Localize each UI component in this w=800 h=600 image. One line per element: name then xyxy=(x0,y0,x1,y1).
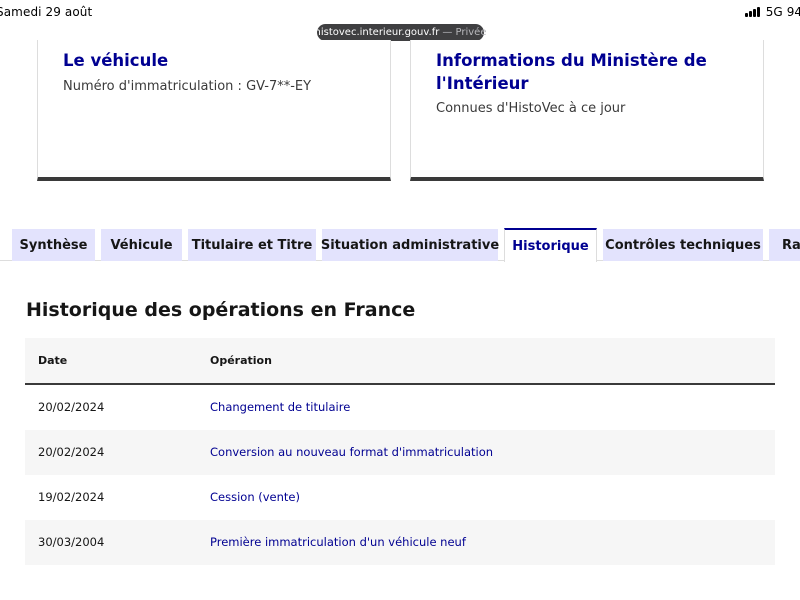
battery-label: 94 xyxy=(786,5,800,19)
table-body: 20/02/2024 Changement de titulaire 20/02… xyxy=(25,385,775,565)
tab-rapport-partial[interactable]: Rap xyxy=(769,229,800,261)
row-date: 20/02/2024 xyxy=(38,400,105,414)
table-row: 19/02/2024 Cession (vente) xyxy=(25,475,775,520)
ministry-card: Informations du Ministère de l'Intérieur… xyxy=(410,40,764,181)
ministry-card-text: Connues d'HistoVec à ce jour xyxy=(436,101,626,116)
url-text: histovec.interieur.gouv.fr xyxy=(314,27,440,38)
ministry-card-title: Informations du Ministère de l'Intérieur xyxy=(436,51,707,93)
status-indicators: 5G 94 xyxy=(744,5,800,19)
private-mode-label: — Privée xyxy=(442,27,487,38)
row-operation: Première immatriculation d'un véhicule n… xyxy=(210,535,466,549)
tab-vehicule[interactable]: Véhicule xyxy=(101,229,182,261)
column-header-date: Date xyxy=(38,354,68,367)
history-table: Date Opération 20/02/2024 Changement de … xyxy=(25,338,775,565)
network-label: 5G xyxy=(765,5,783,19)
registration-number: Numéro d'immatriculation : GV-7**-EY xyxy=(63,79,312,94)
table-header: Date Opération xyxy=(25,338,775,385)
table-row: 20/02/2024 Changement de titulaire xyxy=(25,385,775,430)
vehicle-card-title: Le véhicule xyxy=(63,51,169,70)
table-row: 30/03/2004 Première immatriculation d'un… xyxy=(25,520,775,565)
vehicle-card: Le véhicule Numéro d'immatriculation : G… xyxy=(37,40,391,181)
row-operation: Cession (vente) xyxy=(210,490,300,504)
section-title: Historique des opérations en France xyxy=(26,299,416,321)
column-header-operation: Opération xyxy=(210,354,272,367)
row-operation: Conversion au nouveau format d'immatricu… xyxy=(210,445,494,459)
tab-situation-administrative[interactable]: Situation administrative xyxy=(321,229,499,261)
row-operation: Changement de titulaire xyxy=(210,400,351,414)
table-row: 20/02/2024 Conversion au nouveau format … xyxy=(25,430,775,475)
row-date: 30/03/2004 xyxy=(38,535,105,549)
row-date: 20/02/2024 xyxy=(38,445,105,459)
tab-controles-techniques[interactable]: Contrôles techniques xyxy=(603,229,763,261)
status-time: Samedi 29 août xyxy=(0,5,93,19)
tab-list: Synthèse Véhicule Titulaire et Titre Sit… xyxy=(0,228,800,262)
tab-historique[interactable]: Historique xyxy=(504,228,597,262)
signal-icon xyxy=(744,7,760,17)
url-bar[interactable]: histovec.interieur.gouv.fr — Privée xyxy=(314,24,487,41)
tab-titulaire-titre[interactable]: Titulaire et Titre xyxy=(188,229,316,261)
tab-synthese[interactable]: Synthèse xyxy=(12,229,95,261)
row-date: 19/02/2024 xyxy=(38,490,105,504)
